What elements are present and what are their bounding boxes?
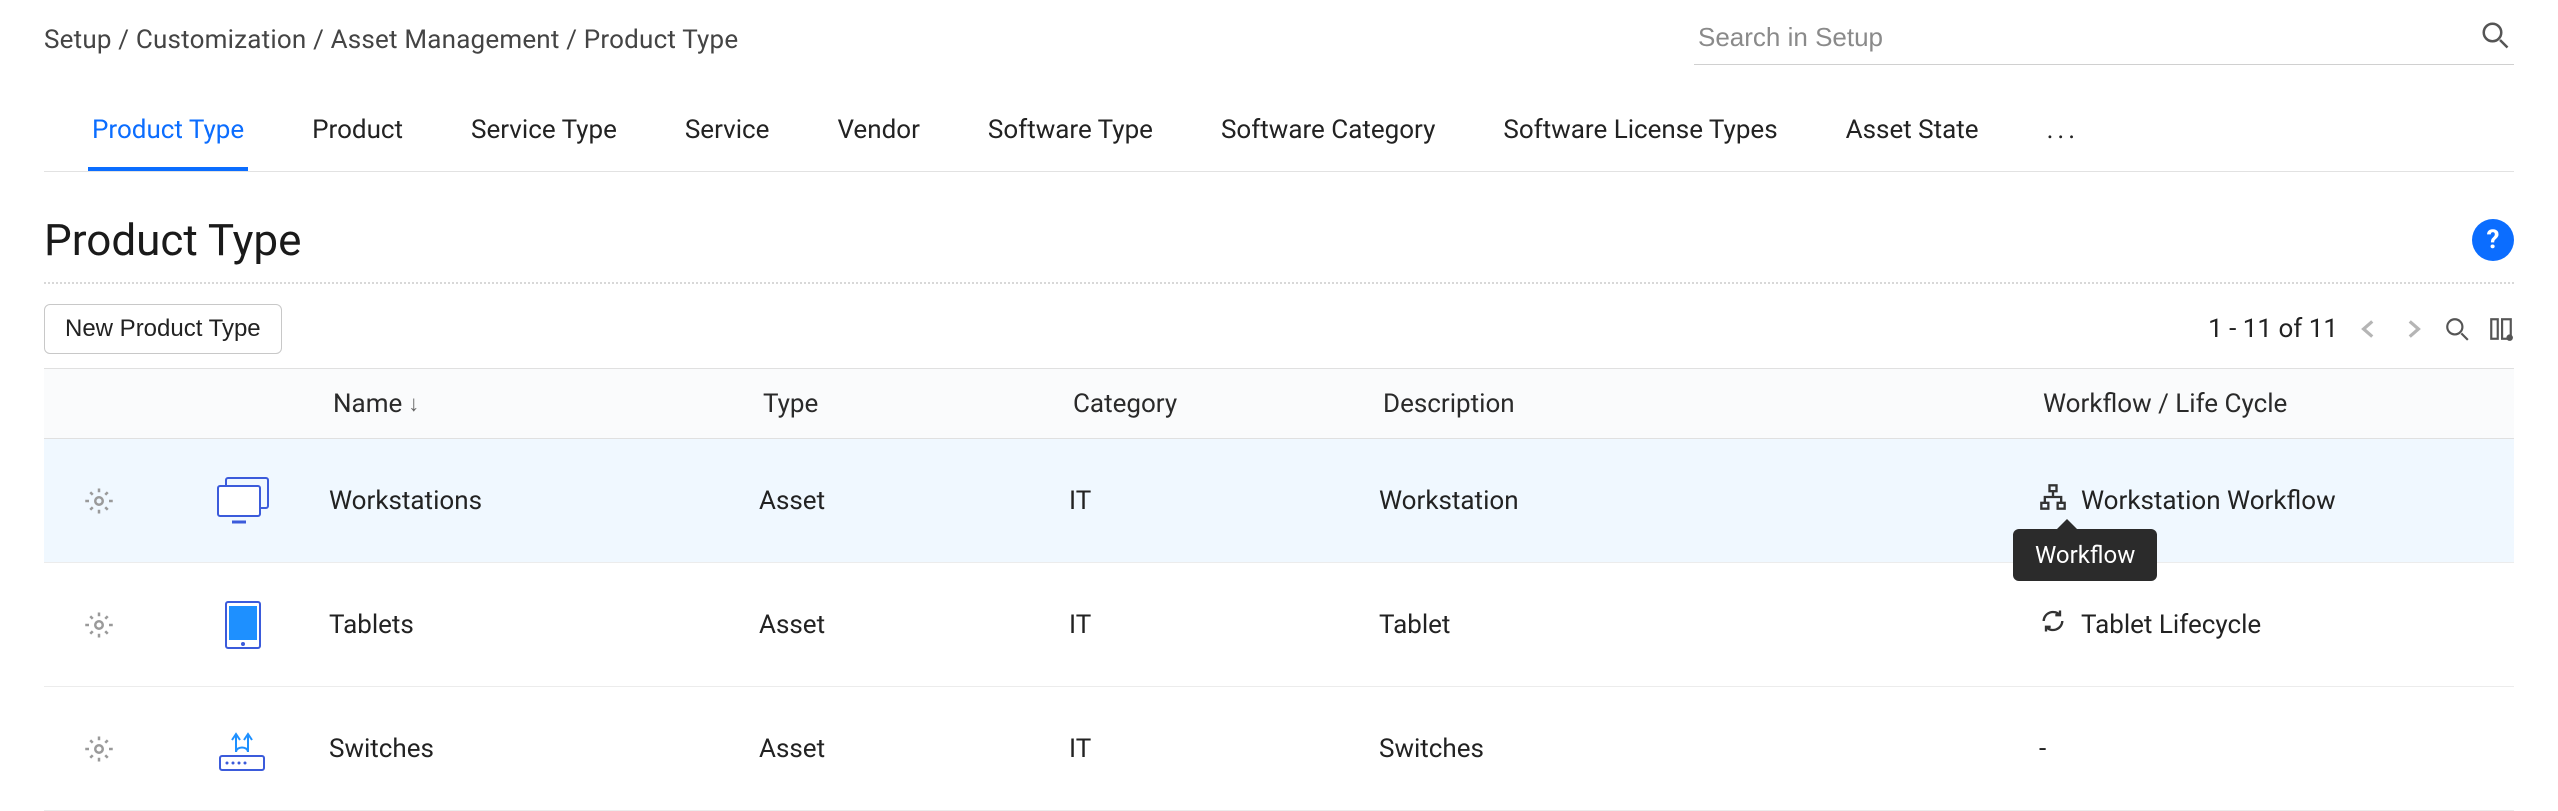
column-settings-button[interactable] — [2488, 316, 2514, 342]
page-title: Product Type — [44, 214, 301, 266]
row-settings-button[interactable] — [44, 610, 154, 640]
cell-workflow[interactable]: - — [2039, 734, 2519, 764]
table-row[interactable]: Switches Asset IT Switches - — [44, 687, 2514, 811]
breadcrumb[interactable]: Setup / Customization / Asset Management… — [44, 25, 738, 55]
cell-description: Tablet — [1379, 610, 2039, 640]
tab-service-type[interactable]: Service Type — [467, 99, 621, 171]
workflow-label: - — [2039, 734, 2046, 764]
cell-category: IT — [1069, 486, 1379, 516]
tooltip-workflow: Workflow — [2013, 529, 2157, 581]
cell-description: Switches — [1379, 734, 2039, 764]
prev-page-button[interactable] — [2356, 316, 2382, 342]
cell-workflow[interactable]: Workstation Workflow Workflow — [2039, 483, 2519, 518]
col-type[interactable]: Type — [759, 389, 1069, 419]
cell-category: IT — [1069, 610, 1379, 640]
table-row[interactable]: Workstations Asset IT Workstation Workst… — [44, 439, 2514, 563]
row-settings-button[interactable] — [44, 486, 154, 516]
workflow-label: Tablet Lifecycle — [2081, 610, 2261, 640]
sort-down-icon: ↓ — [408, 391, 419, 417]
tab-vendor[interactable]: Vendor — [833, 99, 923, 171]
workflow-label: Workstation Workflow — [2081, 486, 2336, 516]
cell-category: IT — [1069, 734, 1379, 764]
tab-software-type[interactable]: Software Type — [984, 99, 1157, 171]
workstation-icon — [154, 474, 329, 528]
search-input[interactable] — [1698, 22, 2480, 53]
tab-product-type[interactable]: Product Type — [88, 99, 248, 171]
tabs-bar: Product Type Product Service Type Servic… — [44, 99, 2514, 172]
tab-asset-state[interactable]: Asset State — [1842, 99, 1983, 171]
help-button[interactable]: ? — [2472, 219, 2514, 261]
cell-name: Switches — [329, 734, 759, 764]
tab-more[interactable]: ... — [2043, 99, 2084, 171]
lifecycle-icon — [2039, 607, 2067, 642]
cell-type: Asset — [759, 486, 1069, 516]
search-list-button[interactable] — [2444, 316, 2470, 342]
cell-type: Asset — [759, 610, 1069, 640]
tab-software-license-types[interactable]: Software License Types — [1499, 99, 1781, 171]
tab-software-category[interactable]: Software Category — [1217, 99, 1439, 171]
table-row[interactable]: Tablets Asset IT Tablet Tablet Lifecycle — [44, 563, 2514, 687]
search-icon[interactable] — [2480, 20, 2510, 54]
cell-description: Workstation — [1379, 486, 2039, 516]
col-workflow[interactable]: Workflow / Life Cycle — [2039, 389, 2519, 419]
table-header: Name↓ Type Category Description Workflow… — [44, 369, 2514, 439]
workflow-icon — [2039, 483, 2067, 518]
row-settings-button[interactable] — [44, 734, 154, 764]
col-category[interactable]: Category — [1069, 389, 1379, 419]
pager-range: 1 - 11 of 11 — [2208, 314, 2338, 344]
product-type-table: Name↓ Type Category Description Workflow… — [44, 368, 2514, 811]
next-page-button[interactable] — [2400, 316, 2426, 342]
switch-icon — [154, 722, 329, 776]
cell-type: Asset — [759, 734, 1069, 764]
col-description[interactable]: Description — [1379, 389, 2039, 419]
pager: 1 - 11 of 11 — [2208, 314, 2514, 344]
tab-product[interactable]: Product — [308, 99, 407, 171]
search-field[interactable] — [1694, 14, 2514, 65]
cell-name: Workstations — [329, 486, 759, 516]
cell-workflow[interactable]: Tablet Lifecycle — [2039, 607, 2519, 642]
tab-service[interactable]: Service — [681, 99, 774, 171]
col-name[interactable]: Name↓ — [329, 389, 759, 419]
tablet-icon — [154, 598, 329, 652]
new-product-type-button[interactable]: New Product Type — [44, 304, 282, 354]
cell-name: Tablets — [329, 610, 759, 640]
divider — [44, 282, 2514, 284]
